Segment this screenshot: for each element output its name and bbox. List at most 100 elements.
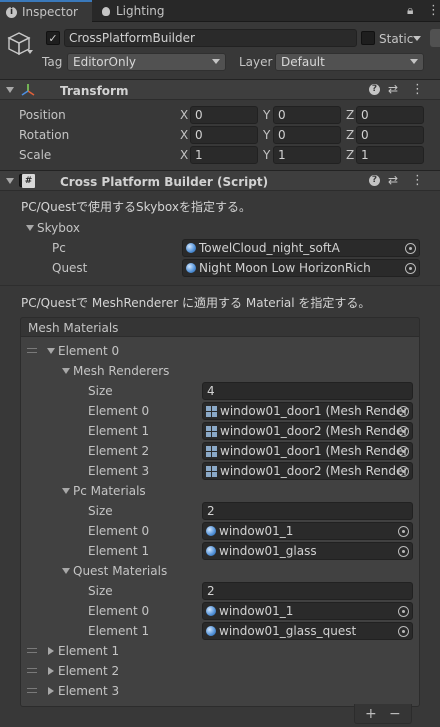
transform-foldout-icon[interactable] xyxy=(6,87,14,93)
object-name-field[interactable]: CrossPlatformBuilder xyxy=(64,29,357,47)
pc-materials-foldout-icon[interactable] xyxy=(62,488,70,494)
rotation-z-field[interactable]: 0 xyxy=(356,126,424,144)
mesh-renderer-field[interactable]: window01_door1 (Mesh Render xyxy=(202,402,413,420)
scale-z-label[interactable]: Z xyxy=(346,149,354,161)
rotation-z-label[interactable]: Z xyxy=(346,129,354,141)
pc-material-element-label: Element 1 xyxy=(88,544,150,558)
quest-material-field[interactable]: window01_glass_quest xyxy=(202,622,413,640)
help-icon[interactable]: ? xyxy=(369,84,380,95)
script-preset-icon[interactable]: ⇄ xyxy=(388,174,398,186)
scale-y-field[interactable]: 1 xyxy=(273,146,341,164)
position-y-field[interactable]: 0 xyxy=(273,106,341,124)
lock-icon[interactable]: 🔒︎ xyxy=(407,4,413,16)
pc-skybox-field[interactable]: TowelCloud_night_softA xyxy=(182,239,420,257)
skybox-foldout-icon[interactable] xyxy=(26,225,34,231)
object-picker-icon[interactable] xyxy=(398,546,409,557)
quest-skybox-field[interactable]: Night Moon Low HorizonRich xyxy=(182,259,420,277)
script-title: Cross Platform Builder (Script) xyxy=(60,175,269,189)
object-picker-icon[interactable] xyxy=(405,263,416,274)
info-icon: i xyxy=(6,6,17,18)
scale-y-label[interactable]: Y xyxy=(263,149,270,161)
scale-x-field[interactable]: 1 xyxy=(190,146,258,164)
add-element-button[interactable]: + xyxy=(365,707,377,721)
quest-material-element-label: Element 0 xyxy=(88,604,150,618)
mesh-renderer-field[interactable]: window01_door2 (Mesh Render xyxy=(202,422,413,440)
quest-materials-foldout-icon[interactable] xyxy=(62,568,70,574)
static-checkbox[interactable] xyxy=(361,31,375,45)
script-header[interactable]: ✓ # Cross Platform Builder (Script) ? ⇄ … xyxy=(0,170,440,191)
active-checkbox[interactable]: ✓ xyxy=(46,31,60,45)
object-picker-icon[interactable] xyxy=(405,243,416,254)
preset-icon[interactable]: ⇄ xyxy=(388,83,398,95)
remove-element-button[interactable]: − xyxy=(389,707,401,721)
element-foldout-icon[interactable] xyxy=(48,687,54,695)
transform-header[interactable]: Transform ? ⇄ ⋮ xyxy=(0,79,440,100)
mesh-renderer-icon xyxy=(206,445,217,457)
object-picker-icon[interactable] xyxy=(398,606,409,617)
mesh-renderers-size-field[interactable]: 4 xyxy=(202,382,413,400)
layer-dropdown[interactable]: Default xyxy=(275,53,424,71)
skybox-label[interactable]: Skybox xyxy=(37,222,80,234)
quest-materials-size-field[interactable]: 2 xyxy=(202,582,413,600)
material-icon xyxy=(206,546,216,556)
script-help-icon[interactable]: ? xyxy=(369,175,380,186)
position-z-field[interactable]: 0 xyxy=(356,106,424,124)
element0-foldout-icon[interactable] xyxy=(47,348,55,354)
object-picker-icon[interactable] xyxy=(398,446,409,457)
mesh-renderer-field[interactable]: window01_door1 (Mesh Render xyxy=(202,442,413,460)
element-label[interactable]: Element 3 xyxy=(58,685,119,697)
mesh-renderers-foldout-icon[interactable] xyxy=(62,368,70,374)
quest-materials-size-label: Size xyxy=(88,584,113,598)
position-z-label[interactable]: Z xyxy=(346,109,354,121)
object-picker-icon[interactable] xyxy=(398,466,409,477)
pc-materials-size-field[interactable]: 2 xyxy=(202,502,413,520)
pc-material-field[interactable]: window01_glass xyxy=(202,542,413,560)
scale-z-field[interactable]: 1 xyxy=(356,146,424,164)
material-icon xyxy=(206,606,216,616)
position-y-label[interactable]: Y xyxy=(263,109,270,121)
drag-handle-icon[interactable] xyxy=(27,348,37,353)
position-x-field[interactable]: 0 xyxy=(190,106,258,124)
drag-handle-icon[interactable] xyxy=(27,648,37,653)
material-help-text: PC/Questで MeshRenderer に適用する Material を指… xyxy=(21,296,371,310)
element-foldout-icon[interactable] xyxy=(48,667,54,675)
tag-dropdown[interactable]: EditorOnly xyxy=(67,53,226,71)
mesh-renderers-label[interactable]: Mesh Renderers xyxy=(73,365,169,377)
pc-material-field[interactable]: window01_1 xyxy=(202,522,413,540)
pc-materials-label[interactable]: Pc Materials xyxy=(73,485,146,497)
rotation-y-label[interactable]: Y xyxy=(263,129,270,141)
script-foldout-icon[interactable] xyxy=(6,178,14,184)
rotation-y-field[interactable]: 0 xyxy=(273,126,341,144)
rotation-x-label[interactable]: X xyxy=(180,129,188,141)
quest-materials-label[interactable]: Quest Materials xyxy=(73,565,167,577)
scale-x-label[interactable]: X xyxy=(180,149,188,161)
element0-label[interactable]: Element 0 xyxy=(58,345,119,357)
tab-inspector[interactable]: i Inspector xyxy=(0,0,92,22)
material-icon xyxy=(186,263,196,273)
object-picker-icon[interactable] xyxy=(398,426,409,437)
pc-materials-size-label: Size xyxy=(88,504,113,518)
quest-material-field[interactable]: window01_1 xyxy=(202,602,413,620)
element-label[interactable]: Element 1 xyxy=(58,645,119,657)
mesh-renderer-element-label: Element 1 xyxy=(88,424,150,438)
object-picker-icon[interactable] xyxy=(398,626,409,637)
script-menu-icon[interactable]: ⋮ xyxy=(411,174,424,187)
component-menu-icon[interactable]: ⋮ xyxy=(411,83,424,96)
element-label[interactable]: Element 2 xyxy=(58,665,119,677)
rotation-label: Rotation xyxy=(19,128,70,142)
tab-lighting[interactable]: Lighting xyxy=(96,0,176,22)
drag-handle-icon[interactable] xyxy=(27,688,37,693)
object-picker-icon[interactable] xyxy=(398,406,409,417)
mesh-materials-header[interactable]: Mesh Materials xyxy=(20,317,420,337)
more-menu-icon[interactable]: ⋮ xyxy=(427,4,440,17)
script-file-icon: # xyxy=(22,174,35,188)
tab-bar: i Inspector Lighting 🔒︎ ⋮ xyxy=(0,0,440,22)
static-dropdown-arrow[interactable] xyxy=(413,36,421,41)
object-picker-icon[interactable] xyxy=(398,526,409,537)
position-x-label[interactable]: X xyxy=(180,109,188,121)
mesh-renderer-field[interactable]: window01_door2 (Mesh Render xyxy=(202,462,413,480)
icon-dropdown-arrow[interactable] xyxy=(27,50,33,54)
drag-handle-icon[interactable] xyxy=(27,668,37,673)
element-foldout-icon[interactable] xyxy=(48,647,54,655)
rotation-x-field[interactable]: 0 xyxy=(190,126,258,144)
